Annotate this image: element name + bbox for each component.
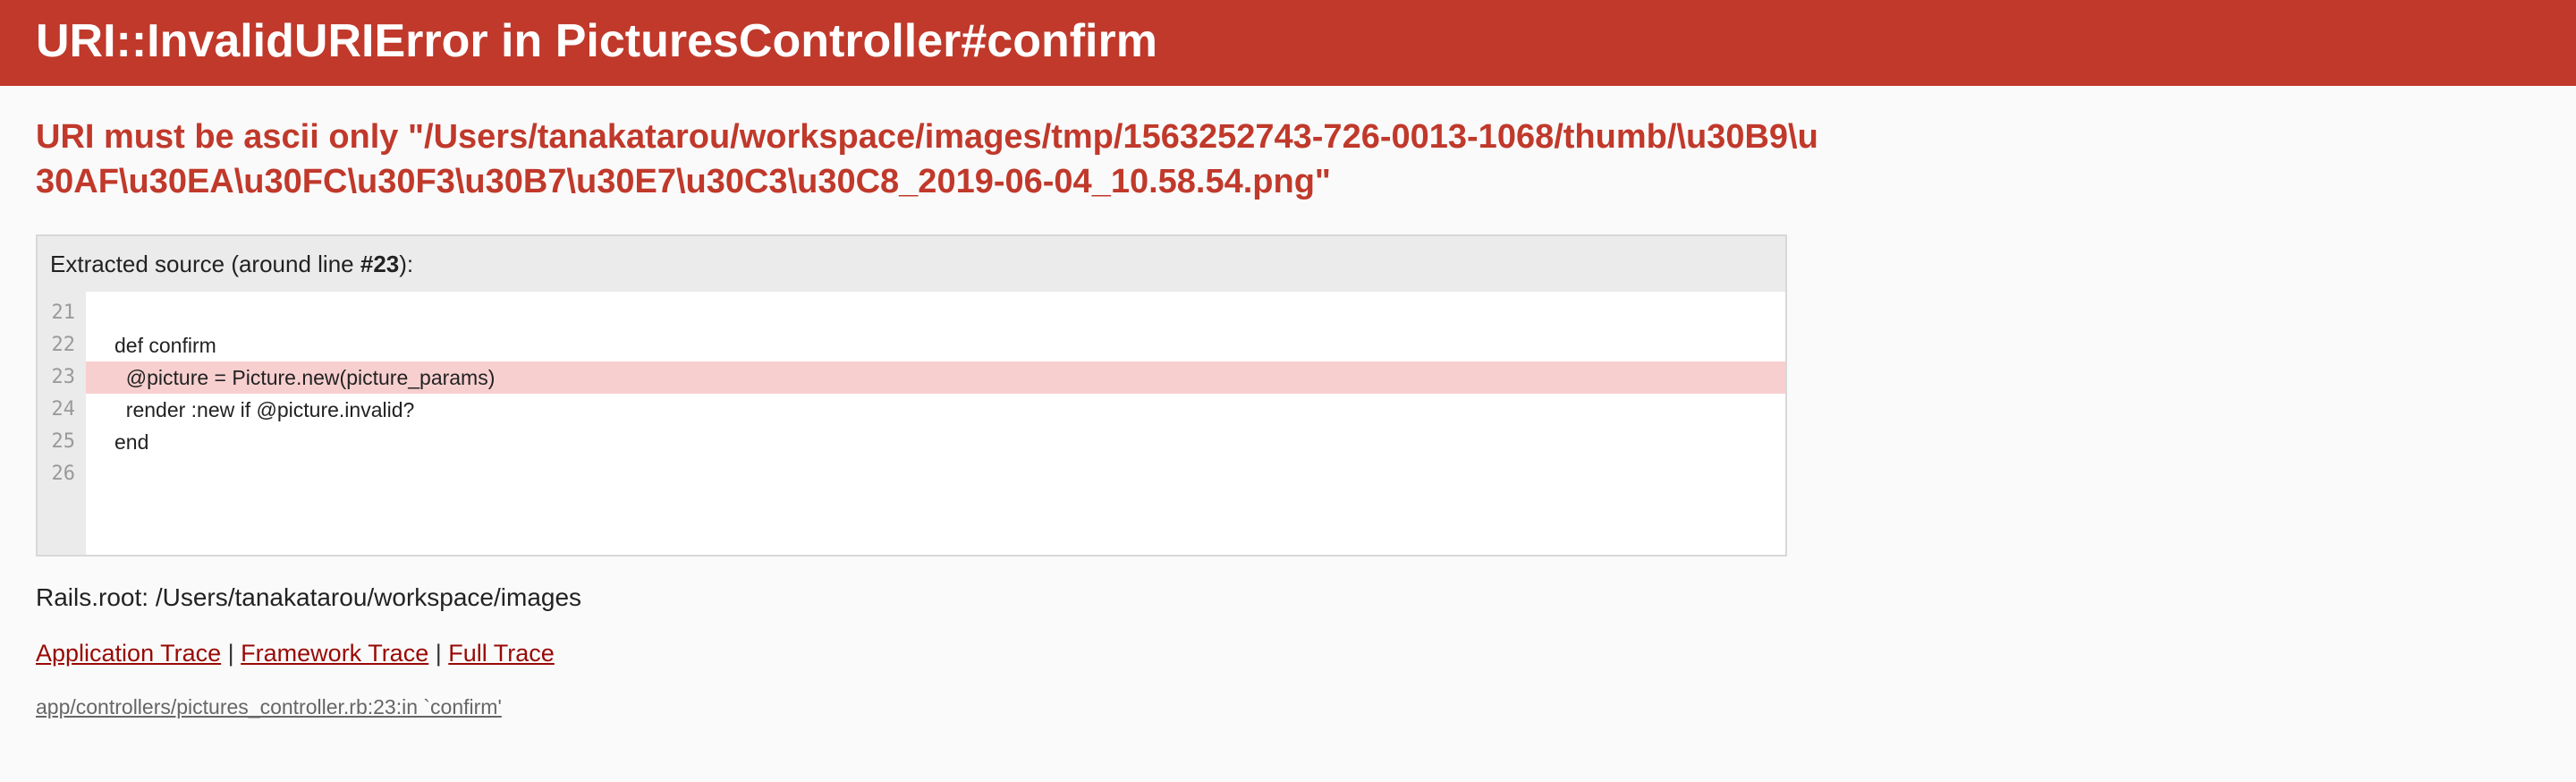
source-caption-line: #23: [360, 251, 400, 277]
code-line: 21: [38, 297, 1785, 329]
line-number: 24: [51, 398, 76, 421]
code-line-highlighted: 23 @picture = Picture.new(picture_params…: [38, 361, 1785, 394]
source-caption-suffix: ):: [399, 251, 414, 277]
code-text: end: [114, 430, 149, 454]
error-header: URI::InvalidURIError in PicturesControll…: [0, 0, 2576, 86]
line-number: 26: [51, 463, 76, 485]
code-line: 22 def confirm: [38, 329, 1785, 361]
source-caption-prefix: Extracted source (around line: [50, 251, 360, 277]
error-message: URI must be ascii only "/Users/tanakatar…: [36, 118, 1818, 200]
code-line: 24 render :new if @picture.invalid?: [38, 394, 1785, 426]
framework-trace-link[interactable]: Framework Trace: [241, 640, 428, 667]
page-title: URI::InvalidURIError in PicturesControll…: [36, 15, 1157, 67]
trace-entry-link[interactable]: app/controllers/pictures_controller.rb:2…: [36, 693, 502, 721]
source-code-body: 21 22 def confirm 23 @picture = Picture.…: [38, 292, 1785, 555]
line-number: 22: [51, 334, 76, 356]
code-line: 26: [38, 458, 1785, 490]
code-text: def confirm: [114, 334, 216, 357]
trace-links: Application Trace | Framework Trace | Fu…: [36, 637, 555, 669]
code-line: 25 end: [38, 426, 1785, 458]
rails-root: Rails.root: /Users/tanakatarou/workspace…: [36, 583, 582, 611]
line-number: 23: [51, 366, 76, 388]
extracted-source-panel: Extracted source (around line #23): 21 2…: [36, 234, 1787, 557]
line-number: 25: [51, 430, 76, 453]
application-trace-link[interactable]: Application Trace: [36, 640, 221, 667]
code-text: render :new if @picture.invalid?: [114, 398, 415, 421]
source-caption: Extracted source (around line #23):: [38, 236, 1785, 292]
trace-separator: |: [227, 640, 234, 667]
line-number: 21: [51, 302, 76, 324]
trace-separator: |: [435, 640, 442, 667]
code-text: @picture = Picture.new(picture_params): [114, 366, 496, 389]
full-trace-link[interactable]: Full Trace: [448, 640, 555, 667]
